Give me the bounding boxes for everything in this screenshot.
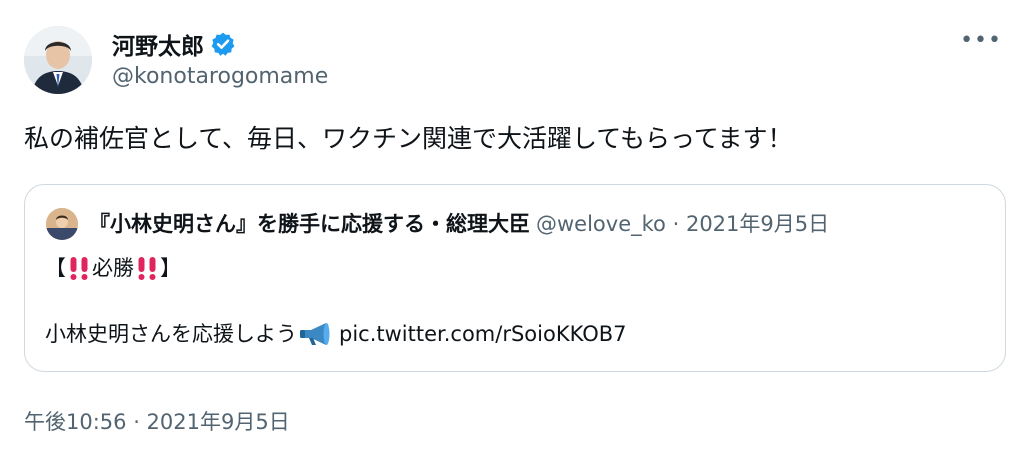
quoted-tweet-text: 小林史明さんを応援しよう [45, 322, 297, 346]
more-options-icon[interactable]: ••• [960, 28, 1002, 53]
quoted-author-photo [46, 208, 78, 240]
megaphone-icon [300, 323, 330, 345]
tweet-text: 私の補佐官として、毎日、ワクチン関連で大活躍してもらってます！ [24, 124, 793, 153]
quoted-tweet-header: 『小林史明さん』を勝手に応援する・総理大臣 @welove_ko · 2021年9… [89, 209, 994, 239]
bracket-open: 【 [45, 256, 66, 280]
pic-link[interactable]: pic.twitter.com/rSoioKKOB7 [339, 319, 627, 349]
verified-badge-icon [211, 32, 235, 56]
quoted-author-handle[interactable]: @welove_ko [536, 212, 666, 236]
quoted-tweet-date[interactable]: 2021年9月5日 [686, 212, 829, 236]
double-exclamation-icon [70, 257, 88, 280]
author-name[interactable]: 河野太郎 [112, 27, 204, 61]
double-exclamation-icon [138, 257, 156, 280]
author-photo [24, 26, 92, 94]
quoted-tweet-line2: 小林史明さんを応援しよう pic.twitter.com/rSoioKKOB7 [45, 319, 627, 349]
bracket-close: 】 [160, 256, 181, 280]
quoted-author-name[interactable]: 『小林史明さん』を勝手に応援する・総理大臣 [89, 209, 530, 239]
author-handle[interactable]: @konotarogomame [112, 64, 328, 89]
quoted-tweet-card[interactable]: 『小林史明さん』を勝手に応援する・総理大臣 @welove_ko · 2021年9… [24, 184, 1006, 372]
meta-separator: · [672, 212, 680, 236]
tweet-timestamp[interactable]: 午後10:56 · 2021年9月5日 [24, 406, 290, 436]
quoted-author-avatar [46, 208, 78, 240]
author-avatar[interactable] [24, 26, 92, 94]
author-name-row[interactable]: 河野太郎 [112, 27, 236, 61]
quoted-tweet-line1: 【 必勝 】 [45, 253, 181, 283]
hissho-word: 必勝 [92, 256, 134, 280]
